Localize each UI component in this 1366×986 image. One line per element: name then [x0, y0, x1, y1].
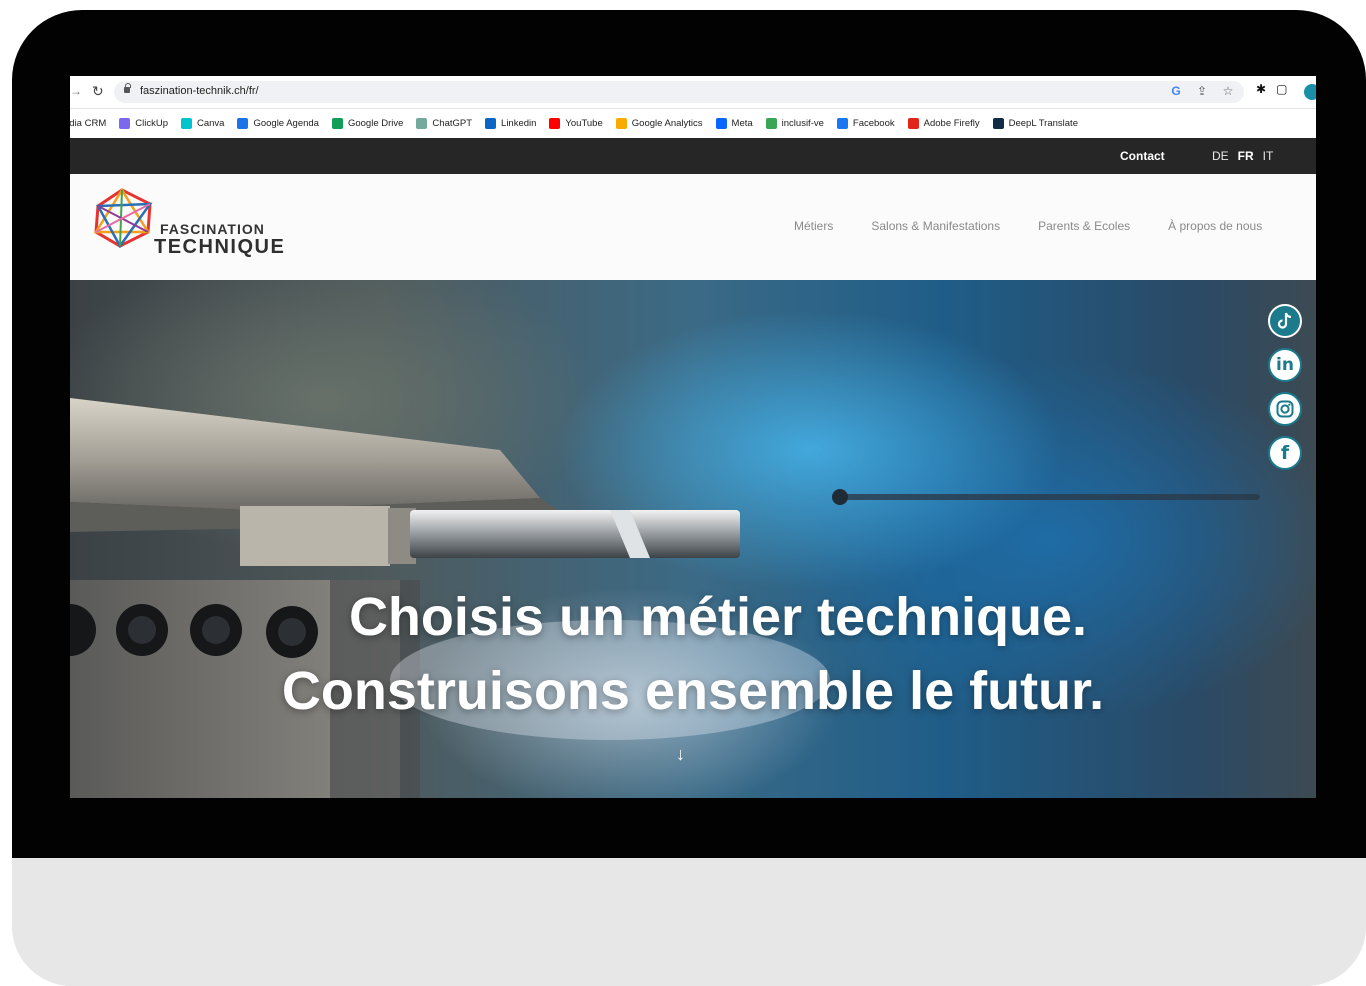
bookmark-label: Google Agenda	[253, 117, 319, 129]
monitor-chin	[12, 858, 1366, 986]
language-de[interactable]: DE	[1212, 149, 1229, 163]
bookmark-label: Facebook	[852, 117, 895, 129]
monitor-frame: → ↻ faszination-technik.ch/fr/ G ⇪ ☆ ✱ ▢…	[12, 10, 1366, 986]
bookmark-item[interactable]: Facebook	[836, 117, 895, 129]
bookmark-label: Google Analytics	[631, 117, 703, 129]
bookmark-item[interactable]: Linkedin	[485, 117, 537, 129]
bookmark-item[interactable]: YouTube	[549, 117, 603, 129]
nav-item[interactable]: Salons & Manifestations	[871, 219, 1000, 233]
main-nav: Métiers Salons & Manifestations Parents & …	[794, 219, 1262, 233]
site-header: FASCINATION TECHNIQUE Métiers Salons & Ma…	[70, 174, 1316, 280]
bookmark-item[interactable]: DeepL Translate	[992, 117, 1078, 129]
linkedin-icon[interactable]: in	[1268, 348, 1302, 382]
facebook-icon[interactable]: f	[1268, 436, 1302, 470]
nav-item[interactable]: À propos de nous	[1168, 219, 1262, 233]
linkedin-icon	[485, 117, 497, 129]
url-text[interactable]: faszination-technik.ch/fr/	[140, 85, 259, 97]
bookmark-label: Linkedin	[501, 117, 537, 129]
extensions-area: ✱ ▢	[1256, 82, 1287, 96]
meta-icon	[715, 117, 727, 129]
side-panel-icon[interactable]: ▢	[1276, 82, 1287, 96]
bookmark-label: Canva	[196, 117, 225, 129]
deepl-icon	[992, 117, 1004, 129]
omnibox-actions: G ⇪ ☆	[1170, 84, 1234, 98]
bookmark-item[interactable]: ChatGPT	[416, 117, 473, 129]
bookmark-label: DeepL Translate	[1008, 117, 1078, 129]
logo-mark-icon[interactable]	[92, 188, 156, 248]
bookmark-item[interactable]: Google Agenda	[237, 117, 319, 129]
address-bar-row: → ↻ faszination-technik.ch/fr/ G ⇪ ☆ ✱ ▢	[70, 76, 1316, 109]
hero-section: Choisis un métier technique. Construison…	[70, 280, 1316, 798]
logo-text-technique[interactable]: TECHNIQUE	[154, 236, 285, 259]
bookmark-item[interactable]: Meta	[715, 117, 753, 129]
logo-text-fascination[interactable]: FASCINATION	[160, 221, 265, 237]
nav-item[interactable]: Métiers	[794, 219, 833, 233]
nav-item[interactable]: Parents & Ecoles	[1038, 219, 1130, 233]
omnibox[interactable]: faszination-technik.ch/fr/ G ⇪ ☆	[114, 81, 1244, 103]
hero-title-line-1: Choisis un métier technique.	[348, 587, 1088, 647]
bookmark-label: inclusif-ve	[781, 117, 824, 129]
instagram-icon[interactable]	[1268, 392, 1302, 426]
facebook-icon	[836, 117, 848, 129]
google-calendar-icon	[237, 117, 249, 129]
youtube-icon	[549, 117, 561, 129]
bookmark-label: Google Drive	[347, 117, 404, 129]
bookmark-item[interactable]: Google Drive	[331, 117, 404, 129]
reload-icon[interactable]: ↻	[92, 83, 104, 100]
forward-icon[interactable]: →	[70, 84, 82, 98]
bookmark-item[interactable]: Google Analytics	[615, 117, 703, 129]
language-fr[interactable]: FR	[1238, 149, 1254, 163]
google-lens-icon[interactable]: G	[1170, 84, 1182, 98]
adobe-firefly-icon	[907, 117, 919, 129]
inclusif-icon	[765, 117, 777, 129]
social-links: in f	[1268, 304, 1302, 470]
lock-icon[interactable]	[124, 83, 131, 93]
bookmark-item[interactable]: Adobe Firefly	[907, 117, 980, 129]
google-analytics-icon	[615, 117, 627, 129]
profile-avatar[interactable]	[1304, 84, 1316, 100]
language-it[interactable]: IT	[1263, 149, 1274, 163]
site-topbar: Contact DE FR IT	[70, 138, 1316, 174]
google-drive-icon	[331, 117, 343, 129]
bookmark-label: Meta	[731, 117, 753, 129]
chatgpt-icon	[416, 117, 428, 129]
clickup-icon	[119, 117, 131, 129]
language-switcher: DE FR IT	[1212, 149, 1273, 163]
bookmark-label: edia CRM	[70, 117, 107, 129]
bookmark-item[interactable]: edia CRM	[70, 118, 106, 129]
bookmark-item[interactable]: ClickUp	[119, 117, 168, 129]
bookmark-star-icon[interactable]: ☆	[1222, 84, 1234, 98]
arrow-down-icon[interactable]: ↓	[676, 744, 685, 765]
bookmark-label: ClickUp	[135, 117, 168, 129]
tiktok-icon[interactable]	[1268, 304, 1302, 338]
bookmark-label: ChatGPT	[432, 117, 473, 129]
browser-window: → ↻ faszination-technik.ch/fr/ G ⇪ ☆ ✱ ▢…	[70, 76, 1316, 798]
contact-link[interactable]: Contact	[1120, 149, 1165, 163]
canva-icon	[180, 117, 192, 129]
hero-title: Choisis un métier technique. Construison…	[70, 580, 1316, 728]
share-icon[interactable]: ⇪	[1196, 84, 1208, 98]
bookmarks-bar: edia CRM ClickUp Canva Google Agenda Google …	[70, 109, 1316, 137]
bookmark-label: YouTube	[565, 117, 603, 129]
extensions-puzzle-icon[interactable]: ✱	[1256, 82, 1266, 96]
bookmark-item[interactable]: Canva	[180, 117, 225, 129]
bookmark-item[interactable]: inclusif-ve	[765, 117, 824, 129]
bookmark-label: Adobe Firefly	[923, 117, 980, 129]
hero-title-line-2: Construisons ensemble le futur.	[281, 661, 1105, 721]
